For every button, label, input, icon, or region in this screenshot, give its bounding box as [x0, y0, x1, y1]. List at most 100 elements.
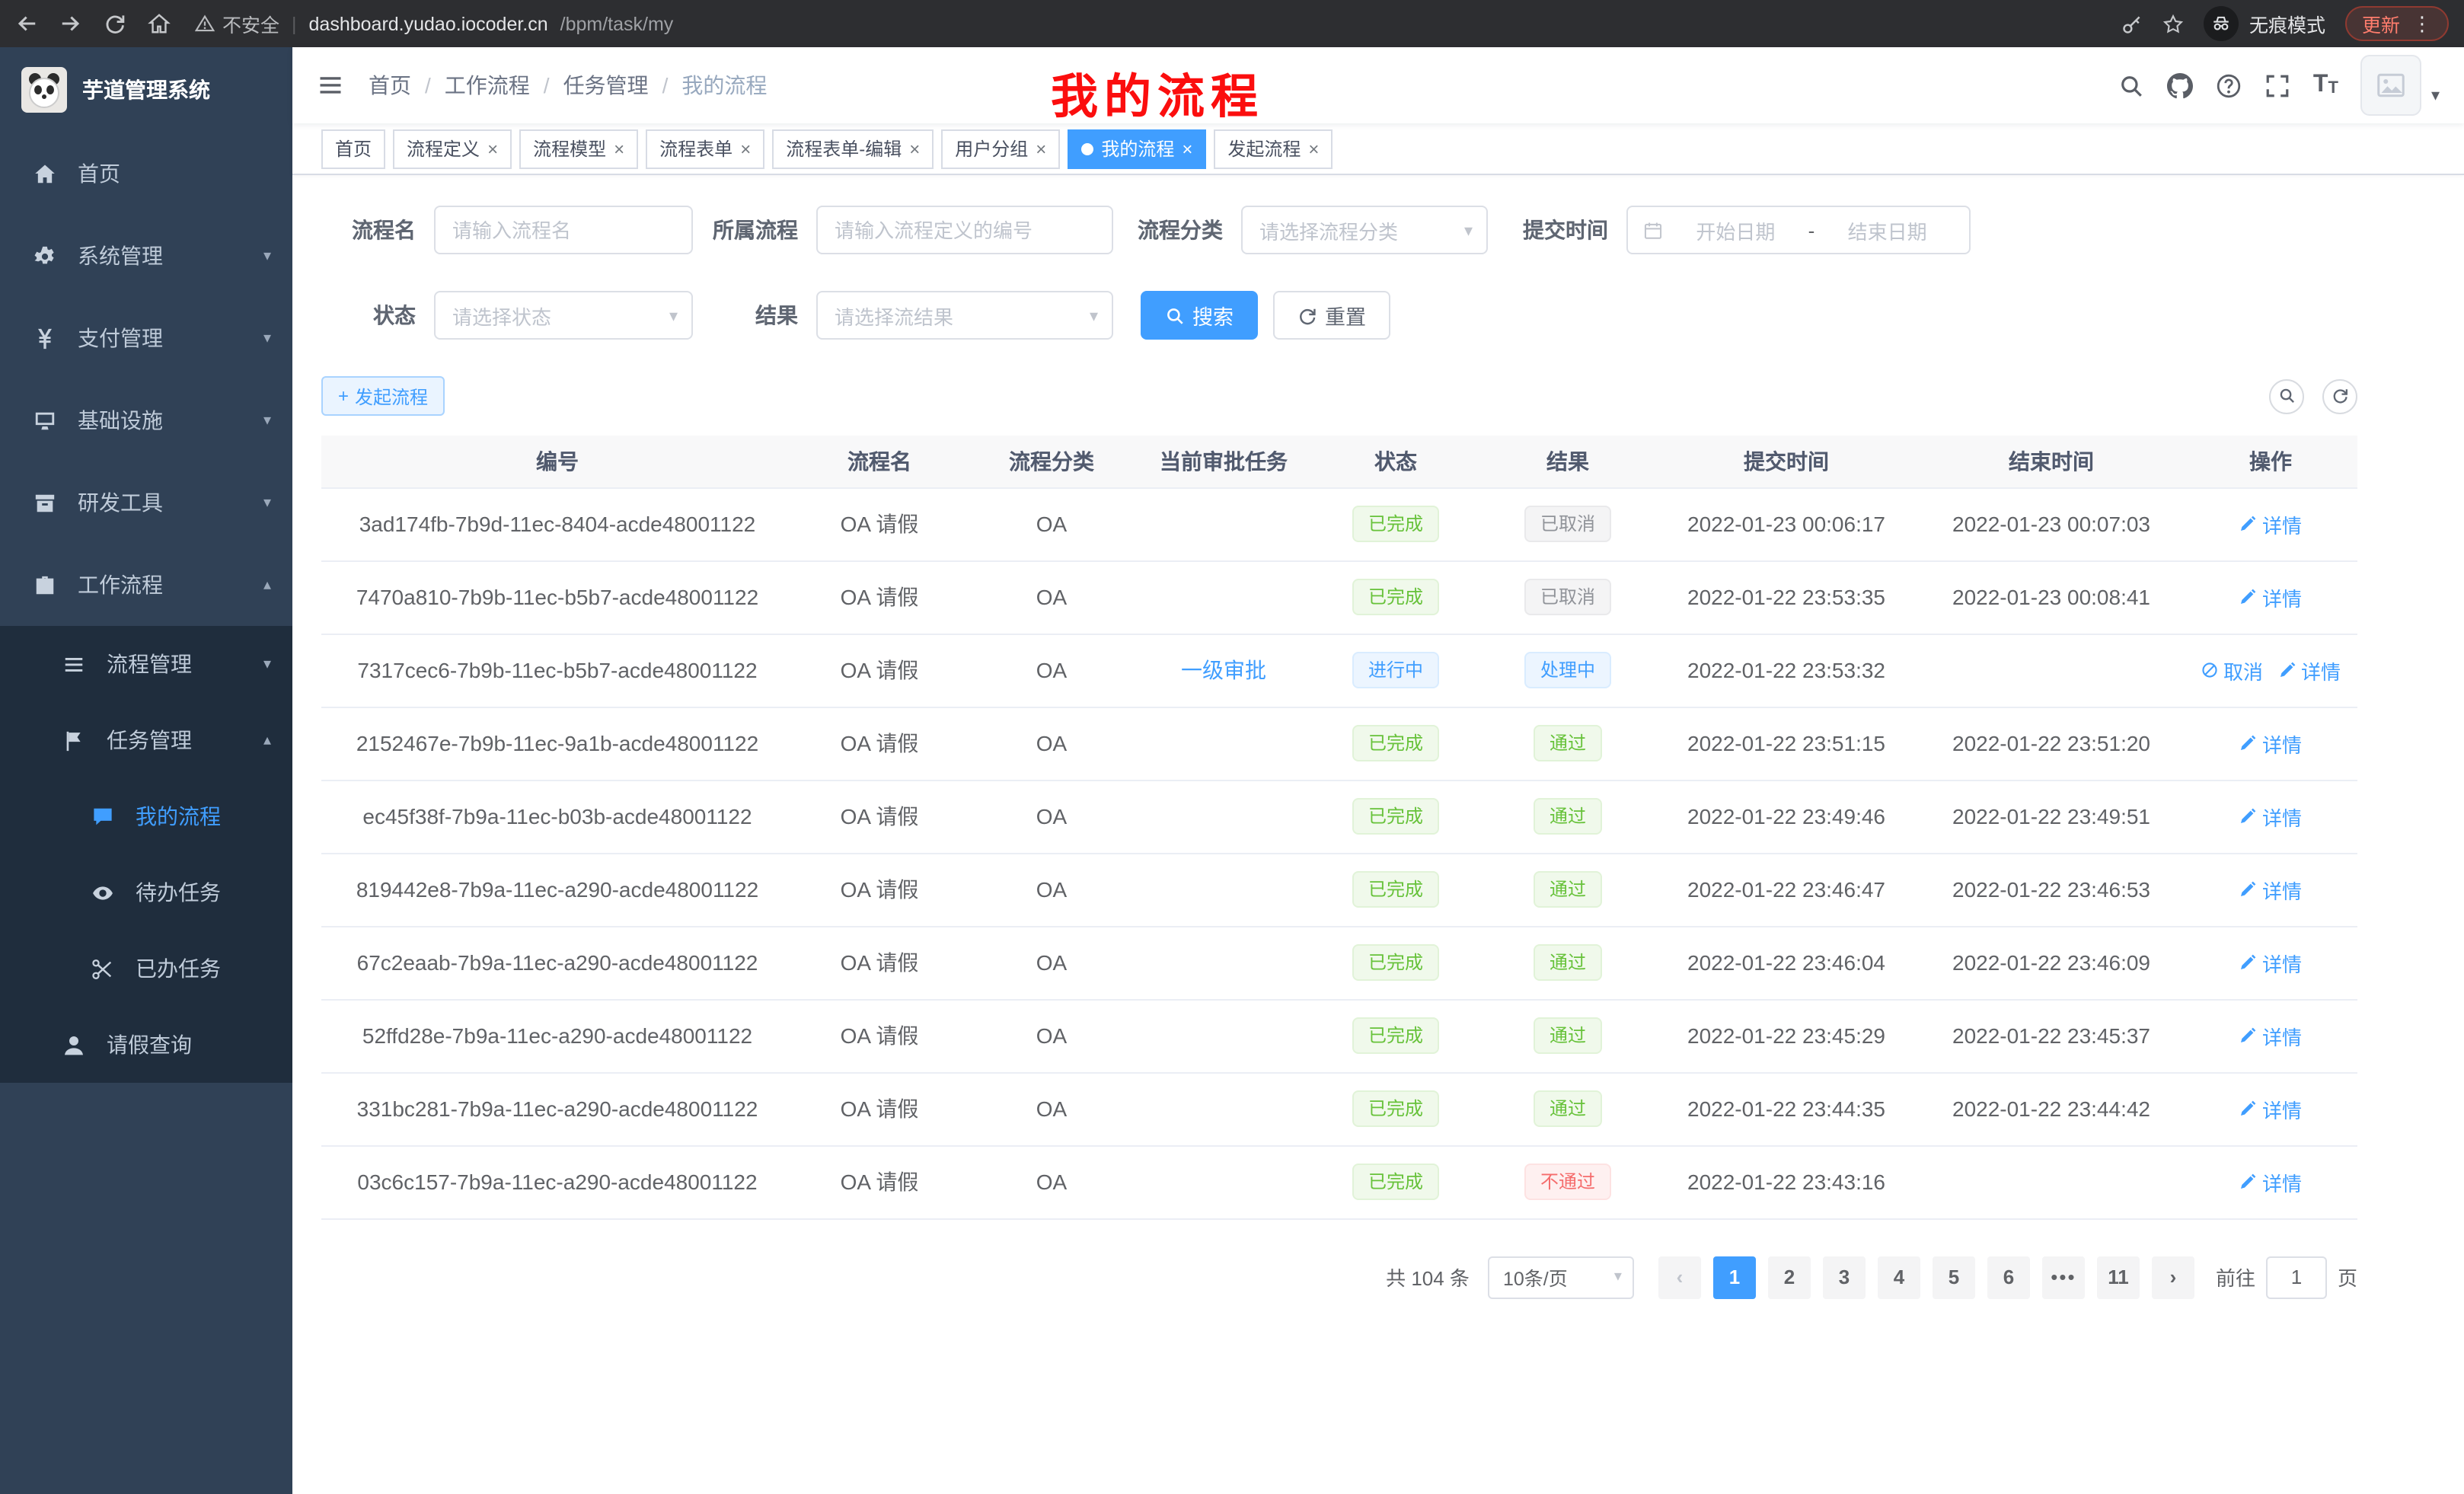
case-icon [34, 573, 64, 596]
sidebar-item-0[interactable]: 首页 [0, 132, 292, 215]
caret-down-icon[interactable]: ▾ [2431, 85, 2440, 105]
sidebar-item-1[interactable]: 系统管理▾ [0, 215, 292, 297]
breadcrumb: 首页/工作流程/任务管理/我的流程 [369, 70, 767, 101]
cell-submit-time: 2022-01-22 23:46:47 [1654, 853, 1919, 926]
task-link[interactable]: 一级审批 [1181, 658, 1266, 682]
sidebar-item-3[interactable]: 基础设施▾ [0, 379, 292, 461]
column-header: 流程分类 [965, 436, 1138, 487]
close-icon[interactable]: × [740, 139, 751, 158]
caret-down-icon: ▾ [1614, 1269, 1622, 1285]
submenu-item-5[interactable]: 请假查询 [0, 1007, 292, 1083]
browser-home-icon[interactable] [148, 12, 171, 35]
sidebar-item-4[interactable]: 研发工具▾ [0, 461, 292, 544]
close-icon[interactable]: × [614, 139, 624, 158]
close-icon[interactable]: × [909, 139, 920, 158]
github-icon[interactable] [2167, 72, 2193, 98]
page-button-11[interactable]: 11 [2097, 1256, 2140, 1298]
sidebar: 芋道管理系统 首页系统管理▾支付管理▾基础设施▾研发工具▾工作流程▴ 流程管理▾… [0, 47, 292, 1494]
detail-link[interactable]: 详情 [2239, 729, 2302, 758]
status-select[interactable]: 请选择状态 ▾ [434, 291, 693, 340]
goto-page-input[interactable] [2266, 1256, 2327, 1298]
detail-link[interactable]: 详情 [2239, 802, 2302, 831]
detail-link[interactable]: 详情 [2239, 1021, 2302, 1050]
close-icon[interactable]: × [1182, 139, 1192, 158]
tab-7[interactable]: 发起流程× [1214, 129, 1333, 168]
next-page-button[interactable]: › [2152, 1256, 2194, 1298]
tab-3[interactable]: 流程表单× [646, 129, 764, 168]
refresh-table-button[interactable] [2322, 378, 2357, 413]
app-logo[interactable]: 芋道管理系统 [0, 47, 292, 132]
tab-2[interactable]: 流程模型× [519, 129, 638, 168]
submenu-item-1[interactable]: 任务管理▴ [0, 702, 292, 778]
breadcrumb-item[interactable]: 首页 [369, 70, 411, 101]
page-button-3[interactable]: 3 [1823, 1256, 1866, 1298]
cancel-link[interactable]: 取消 [2201, 656, 2263, 685]
result-select[interactable]: 请选择流结果 ▾ [816, 291, 1113, 340]
tab-5[interactable]: 用户分组× [941, 129, 1060, 168]
submenu-item-4[interactable]: 已办任务 [0, 931, 292, 1007]
close-icon[interactable]: × [1308, 139, 1319, 158]
page-button-6[interactable]: 6 [1987, 1256, 2030, 1298]
avatar[interactable] [2361, 55, 2422, 116]
page-button-4[interactable]: 4 [1878, 1256, 1920, 1298]
more-pages-button[interactable]: ••• [2042, 1256, 2085, 1298]
search-button[interactable]: 搜索 [1141, 291, 1258, 340]
forward-icon[interactable] [59, 12, 82, 35]
close-icon[interactable]: × [487, 139, 498, 158]
back-icon[interactable] [15, 12, 38, 35]
submit-time-range[interactable]: 开始日期 - 结束日期 [1626, 206, 1971, 254]
cell-name: OA 请假 [793, 780, 965, 853]
hamburger-icon[interactable] [317, 72, 344, 99]
address-bar[interactable]: 不安全 | dashboard.yudao.iocoder.cn/bpm/tas… [195, 9, 673, 38]
detail-link[interactable]: 详情 [2239, 509, 2302, 538]
browser-menu-icon[interactable]: ⋮ [2412, 11, 2432, 36]
browser-nav [15, 12, 171, 35]
category-select[interactable]: 请选择流程分类 ▾ [1241, 206, 1488, 254]
cell-submit-time: 2022-01-22 23:43:16 [1654, 1145, 1919, 1218]
detail-link[interactable]: 详情 [2239, 1167, 2302, 1196]
goto-label: 前往 [2216, 1263, 2255, 1291]
main-area: 首页/工作流程/任务管理/我的流程 我的流程 TT ▾ 首页流程定义×流程模型×… [292, 47, 2464, 1494]
tab-4[interactable]: 流程表单-编辑× [772, 129, 934, 168]
menu-item-label: 首页 [78, 158, 271, 189]
detail-link[interactable]: 详情 [2278, 656, 2341, 685]
reload-icon[interactable] [104, 12, 126, 35]
close-icon[interactable]: × [1036, 139, 1046, 158]
process-definition-input[interactable] [816, 206, 1113, 254]
process-name-input[interactable] [434, 206, 693, 254]
breadcrumb-item[interactable]: 任务管理 [563, 70, 649, 101]
tab-6-active[interactable]: 我的流程× [1068, 129, 1206, 168]
tab-1[interactable]: 流程定义× [393, 129, 512, 168]
bookmark-star-icon[interactable] [2162, 13, 2184, 34]
cell-category: OA [965, 780, 1138, 853]
search-icon[interactable] [2118, 72, 2144, 98]
tab-0[interactable]: 首页 [321, 129, 385, 168]
create-process-button[interactable]: + 发起流程 [321, 376, 445, 416]
submenu-item-0[interactable]: 流程管理▾ [0, 626, 292, 702]
incognito-label: 无痕模式 [2249, 9, 2325, 38]
submenu-item-2[interactable]: 我的流程 [0, 778, 292, 854]
update-button[interactable]: 更新 ⋮ [2345, 6, 2449, 41]
menu-item-label: 已办任务 [136, 953, 271, 984]
page-button-2[interactable]: 2 [1768, 1256, 1811, 1298]
font-size-icon[interactable]: TT [2313, 73, 2338, 97]
fullscreen-icon[interactable] [2265, 72, 2290, 98]
reset-button[interactable]: 重置 [1273, 291, 1390, 340]
submenu-item-3[interactable]: 待办任务 [0, 854, 292, 931]
breadcrumb-item[interactable]: 工作流程 [445, 70, 530, 101]
detail-link[interactable]: 详情 [2239, 948, 2302, 977]
help-icon[interactable] [2216, 72, 2242, 98]
sidebar-item-2[interactable]: 支付管理▾ [0, 297, 292, 379]
toggle-search-button[interactable] [2269, 378, 2304, 413]
detail-link[interactable]: 详情 [2239, 875, 2302, 904]
password-key-icon[interactable] [2121, 13, 2143, 34]
page-size-select[interactable]: 10条/页 ▾ [1488, 1256, 1634, 1298]
cell-result: 已取消 [1482, 560, 1654, 634]
column-header: 状态 [1310, 436, 1482, 487]
page-button-1[interactable]: 1 [1713, 1256, 1756, 1298]
pagination: 共 104 条 10条/页 ▾ ‹123456•••11› 前往 页 [321, 1256, 2357, 1298]
detail-link[interactable]: 详情 [2239, 583, 2302, 611]
sidebar-item-5[interactable]: 工作流程▴ [0, 544, 292, 626]
detail-link[interactable]: 详情 [2239, 1094, 2302, 1123]
page-button-5[interactable]: 5 [1933, 1256, 1975, 1298]
